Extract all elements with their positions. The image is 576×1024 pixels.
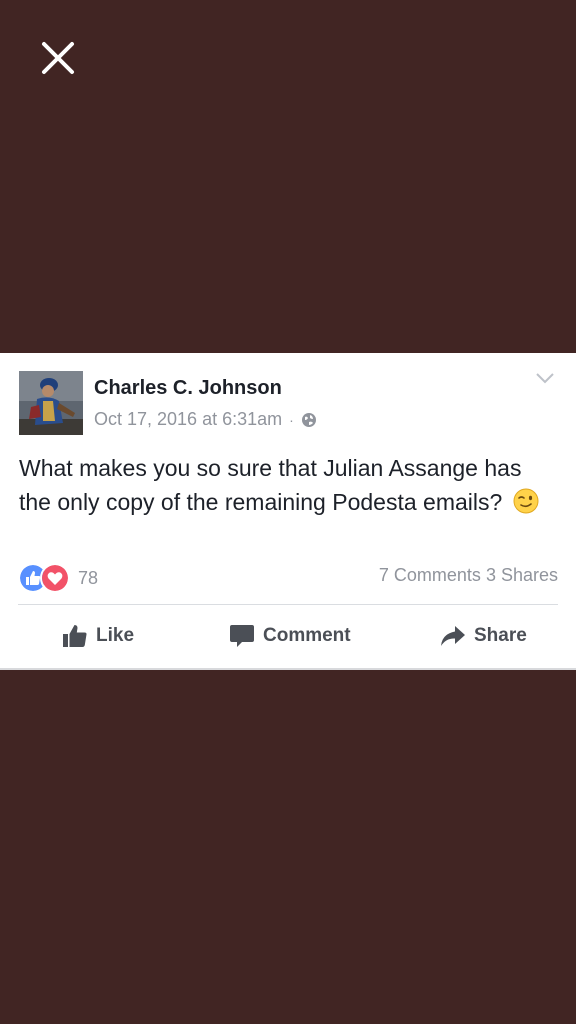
author-name[interactable]: Charles C. Johnson xyxy=(94,377,282,400)
post-text: What makes you so sure that Julian Assan… xyxy=(19,455,522,515)
photo-viewer: Charles C. Johnson Oct 17, 2016 at 6:31a… xyxy=(0,0,576,1024)
post-timestamp[interactable]: Oct 17, 2016 at 6:31am xyxy=(94,409,282,430)
comment-icon xyxy=(230,625,254,647)
wink-emoji-icon xyxy=(513,488,539,514)
comment-button[interactable]: Comment xyxy=(229,619,351,653)
engagement-stats: 7 Comments 3 Shares xyxy=(379,565,558,586)
reaction-summary[interactable]: 78 xyxy=(18,563,98,593)
like-label: Like xyxy=(96,625,135,646)
share-button[interactable]: Share xyxy=(440,619,527,653)
close-icon xyxy=(42,42,74,74)
comments-count[interactable]: 7 Comments xyxy=(379,565,481,585)
reaction-count: 78 xyxy=(78,567,99,588)
close-button[interactable] xyxy=(36,36,80,80)
avatar[interactable] xyxy=(19,371,83,435)
post-options-button[interactable] xyxy=(535,371,555,385)
chevron-down-icon xyxy=(536,373,554,384)
like-button[interactable]: Like xyxy=(62,619,134,653)
meta-separator: · xyxy=(289,411,294,428)
share-arrow-icon xyxy=(441,626,465,646)
comment-label: Comment xyxy=(263,625,351,646)
thumbs-up-icon xyxy=(63,625,87,647)
post-meta: Oct 17, 2016 at 6:31am · xyxy=(94,409,317,430)
share-label: Share xyxy=(474,625,527,646)
post-body: What makes you so sure that Julian Assan… xyxy=(19,451,549,519)
globe-icon xyxy=(301,412,316,427)
love-icon xyxy=(40,563,70,593)
post-card: Charles C. Johnson Oct 17, 2016 at 6:31a… xyxy=(0,353,576,670)
divider xyxy=(18,604,558,605)
shares-count[interactable]: 3 Shares xyxy=(486,565,558,585)
